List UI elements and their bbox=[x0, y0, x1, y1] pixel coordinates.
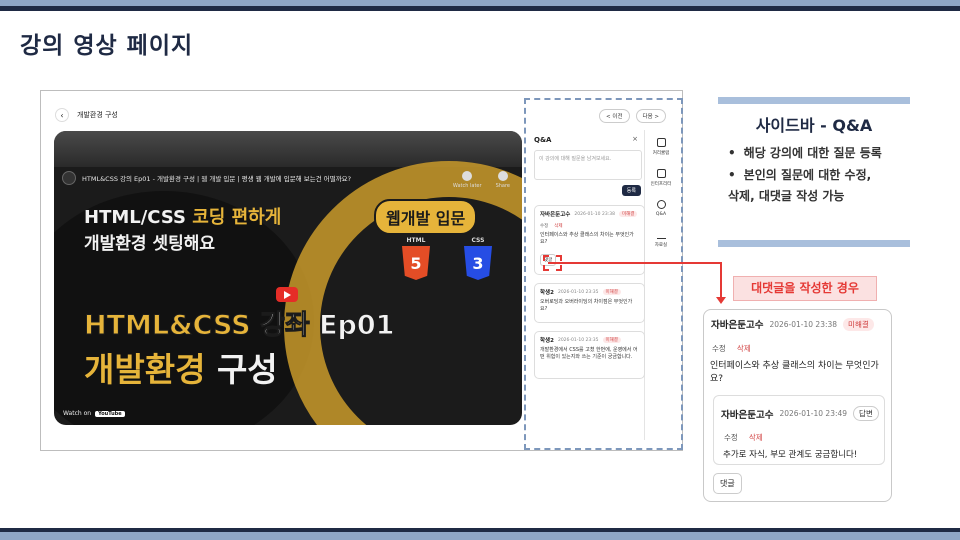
share-button[interactable]: Share bbox=[496, 171, 510, 189]
author-name: 자바은둔고수 bbox=[721, 409, 774, 421]
answer-badge: 답변 bbox=[853, 406, 879, 421]
close-icon[interactable]: × bbox=[632, 135, 638, 143]
html5-logo: HTML 5 bbox=[400, 237, 432, 280]
question-card[interactable]: 학생2 2026-01-10 23:35 미해결 오버로딩과 오버라이딩의 차이점은… bbox=[534, 283, 645, 323]
prev-lecture-button[interactable]: < 이전 bbox=[599, 109, 630, 123]
thumbnail-headline-2: 개발환경 셋팅해요 bbox=[84, 234, 216, 254]
chevron-left-icon[interactable]: ‹ bbox=[55, 108, 69, 122]
reply-body: 추가로 자식, 부모 관계도 궁금합니다! bbox=[723, 450, 858, 460]
question-body: 인터페이스와 추상 클래스의 차이는 무엇인가요? bbox=[710, 361, 879, 384]
description-item: 해당 강의에 대한 질문 등록 bbox=[728, 146, 918, 160]
description-item: 본인의 질문에 대한 수정, bbox=[728, 168, 918, 182]
status-badge: 미해결 bbox=[602, 337, 621, 343]
interpreter-tab[interactable]: 인터프리터 bbox=[646, 169, 676, 187]
qa-tab[interactable]: Q&A bbox=[646, 200, 676, 217]
bottom-decor-bar bbox=[0, 528, 960, 540]
watch-later-button[interactable]: Watch later bbox=[453, 171, 482, 189]
clock-icon bbox=[462, 171, 473, 181]
timestamp: 2026-01-10 23:49 bbox=[779, 409, 848, 418]
author-name: 자바은둔고수 bbox=[711, 320, 764, 331]
reply-button[interactable]: 댓글 bbox=[713, 473, 742, 494]
play-button-icon[interactable] bbox=[276, 287, 298, 302]
thumbnail-headline-3: HTML&CSS 강좌 Ep01 bbox=[83, 310, 395, 342]
qa-icon bbox=[656, 200, 666, 209]
page-title: 강의 영상 페이지 bbox=[20, 33, 194, 59]
question-card[interactable]: 학생2 2026-01-10 23:35 미해결 개발환경에서 CSS를 고쳤 한번… bbox=[534, 331, 645, 379]
description-list: 해당 강의에 대한 질문 등록 본인의 질문에 대한 수정, 삭제, 대댓글 작… bbox=[728, 146, 918, 213]
status-badge: 미해결 bbox=[618, 211, 638, 217]
delete-button[interactable]: 삭제 bbox=[737, 343, 751, 354]
channel-avatar[interactable] bbox=[62, 171, 76, 185]
description-item: 삭제, 대댓글 작성 가능 bbox=[728, 189, 845, 204]
thumbnail-headline-4: 개발환경 구성 bbox=[84, 350, 278, 389]
share-icon bbox=[497, 171, 508, 181]
next-lecture-button[interactable]: 다음 > bbox=[635, 109, 666, 123]
code-icon bbox=[656, 169, 666, 178]
delete-button[interactable]: 삭제 bbox=[554, 223, 562, 229]
sidebar-tool-column: 커리큘럼 인터프리터 Q&A 자료실 bbox=[646, 138, 676, 261]
zoomed-question-card: 자바은둔고수 2026-01-10 23:38 미해결 수정 삭제 인터페이스와… bbox=[703, 309, 892, 502]
lecture-header: ‹ 개발환경 구성 bbox=[55, 108, 118, 122]
case-label: 대댓글을 작성한 경우 bbox=[733, 276, 877, 301]
submit-question-button[interactable]: 등록 bbox=[621, 185, 641, 196]
top-decor-bar bbox=[0, 0, 960, 11]
question-card: 자바은둔고수 2026-01-10 23:38 미해결 수정 삭제 인터페이스와 추상… bbox=[534, 205, 645, 275]
status-badge: 미해결 bbox=[602, 289, 621, 295]
nested-reply-card: 자바은둔고수 2026-01-10 23:49 답변 수정 삭제 추가로 자식,… bbox=[713, 395, 885, 465]
description-title: 사이드바 - Q&A bbox=[755, 116, 873, 135]
youtube-video-title[interactable]: HTML&CSS 강의 Ep01 - 개발환경 구성 | 웹 개발 입문 | 평… bbox=[82, 173, 351, 183]
resources-tab[interactable]: 자료실 bbox=[646, 230, 676, 248]
edit-button[interactable]: 수정 bbox=[712, 343, 726, 354]
qa-panel: Q&A × 이 강의에 대해 질문을 남겨보세요. 등록 자바은둔고수 2026-… bbox=[531, 130, 645, 440]
youtube-title-row: HTML&CSS 강의 Ep01 - 개발환경 구성 | 웹 개발 입문 | 평… bbox=[62, 171, 514, 185]
question-input[interactable]: 이 강의에 대해 질문을 남겨보세요. bbox=[534, 150, 642, 180]
connector-line bbox=[548, 262, 721, 264]
lecture-page-screenshot: ‹ 개발환경 구성 HTML&CSS 강의 Ep01 - 개발환경 구성 | 웹… bbox=[40, 90, 683, 451]
delete-button[interactable]: 삭제 bbox=[749, 432, 763, 443]
thumbnail-headline-1: HTML/CSS 코딩 편하게 bbox=[84, 207, 282, 228]
css3-logo: CSS 3 bbox=[462, 237, 494, 280]
timestamp: 2026-01-10 23:38 bbox=[769, 319, 838, 329]
arrow-down-icon bbox=[716, 297, 726, 304]
curriculum-tab[interactable]: 커리큘럼 bbox=[646, 138, 676, 156]
qa-title: Q&A bbox=[534, 136, 552, 144]
video-player[interactable]: HTML&CSS 강의 Ep01 - 개발환경 구성 | 웹 개발 입문 | 평… bbox=[54, 131, 522, 425]
qa-sidebar: < 이전 다음 > Q&A × 이 강의에 대해 질문을 남겨보세요. 등록 자… bbox=[522, 98, 684, 450]
description-top-rule bbox=[718, 97, 910, 104]
connector-line bbox=[720, 262, 722, 298]
lecture-title: 개발환경 구성 bbox=[77, 111, 118, 119]
edit-button[interactable]: 수정 bbox=[724, 432, 738, 443]
status-badge: 미해결 bbox=[843, 317, 874, 331]
list-icon bbox=[656, 138, 666, 147]
description-bottom-rule bbox=[718, 240, 910, 247]
watch-on-youtube-link[interactable]: Watch on YouTube bbox=[63, 410, 125, 417]
edit-button[interactable]: 수정 bbox=[540, 223, 548, 229]
download-icon bbox=[656, 230, 666, 239]
thumbnail-badge: 웹개발 입문 bbox=[374, 199, 478, 235]
